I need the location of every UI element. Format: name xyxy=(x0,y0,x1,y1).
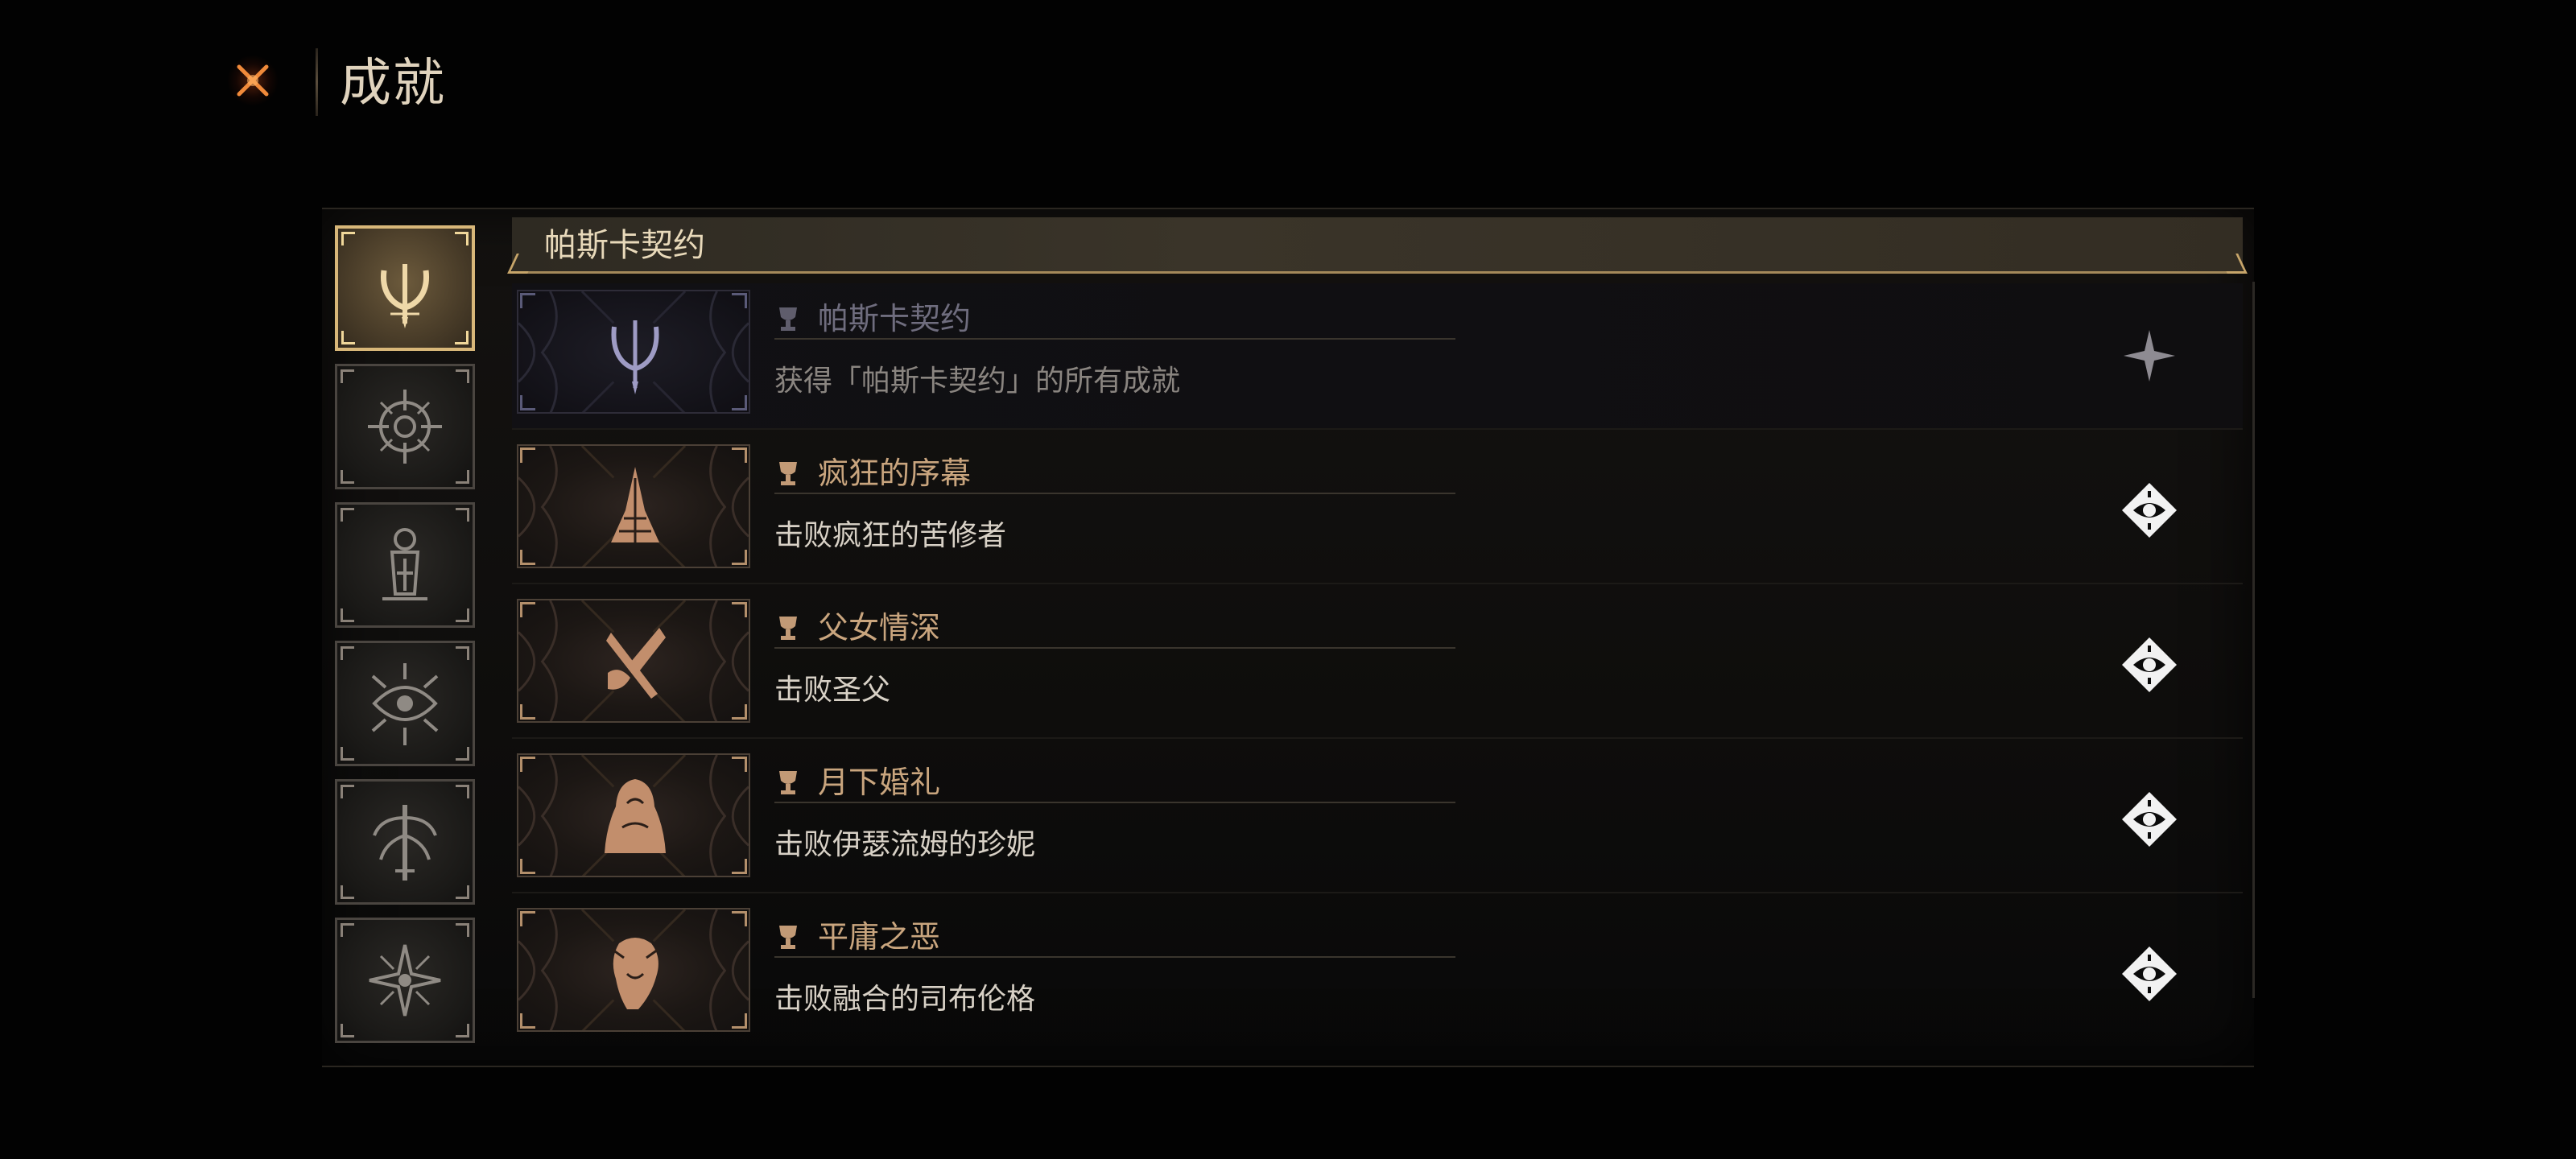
category-tab-2[interactable] xyxy=(335,364,475,489)
page-title: 成就 xyxy=(340,54,446,113)
achievement-row[interactable]: 平庸之恶 击败融合的司布伦格 xyxy=(512,901,2243,1037)
tentacle-emblem-icon xyxy=(373,805,437,881)
tuning-fork-emblem-icon xyxy=(381,264,429,328)
scrollbar-track[interactable] xyxy=(2252,282,2255,998)
category-tab-6[interactable] xyxy=(335,918,475,1043)
category-tab-4[interactable] xyxy=(335,641,475,766)
diamond-eye-badge-icon xyxy=(2122,792,2177,847)
spire-emblem-icon xyxy=(611,467,659,542)
achievement-thumbnail xyxy=(517,599,750,723)
veiled-bride-emblem-icon xyxy=(605,779,666,853)
achievement-row[interactable]: 疯狂的序幕 击败疯狂的苦修者 xyxy=(512,438,2243,584)
achievement-thumbnail xyxy=(517,444,750,568)
achievement-description: 击败伊瑟流姆的珍妮 xyxy=(774,828,1036,861)
trophy-icon xyxy=(779,307,797,331)
section-header: 帕斯卡契约 xyxy=(512,217,2243,274)
achievement-panel: 帕斯卡契约 帕斯卡契约 获得「帕斯卡契约」的所有成就 疯狂的序幕 击败疯狂的苦修… xyxy=(322,208,2255,1067)
crosshair-eye-emblem-icon xyxy=(368,390,442,464)
thorn-eye-emblem-icon xyxy=(371,663,439,745)
diamond-eye-badge-icon xyxy=(2122,637,2177,692)
close-button[interactable] xyxy=(227,55,279,106)
achievement-name: 父女情深 xyxy=(818,610,941,645)
diamond-eye-badge-icon xyxy=(2122,947,2177,1001)
blade-emblem-icon xyxy=(606,628,666,699)
achievement-thumbnail xyxy=(517,908,750,1032)
achievement-name: 平庸之恶 xyxy=(818,919,941,955)
achievement-description: 获得「帕斯卡契约」的所有成就 xyxy=(774,365,1181,398)
category-tab-3[interactable] xyxy=(335,502,475,628)
trophy-icon xyxy=(779,926,797,949)
achievement-thumbnail xyxy=(517,290,750,414)
section-title: 帕斯卡契约 xyxy=(544,227,705,264)
diamond-eye-badge-icon xyxy=(2122,483,2177,538)
achievement-name: 帕斯卡契约 xyxy=(818,301,972,336)
achievement-description: 击败融合的司布伦格 xyxy=(774,983,1036,1016)
achievement-title-row: 帕斯卡契约 xyxy=(774,298,1455,340)
achievement-name: 疯狂的序幕 xyxy=(818,456,972,491)
achievement-title-row: 父女情深 xyxy=(774,607,1455,649)
achievement-list: 帕斯卡契约 获得「帕斯卡契约」的所有成就 疯狂的序幕 击败疯狂的苦修者 父女情深… xyxy=(512,283,2243,1037)
trophy-icon xyxy=(779,771,797,794)
close-x-icon xyxy=(237,64,269,97)
star-sigil-emblem-icon xyxy=(369,944,441,1017)
tuning-fork-emblem-icon xyxy=(611,320,659,394)
achievement-title-row: 月下婚礼 xyxy=(774,761,1455,803)
achievement-description: 击败圣父 xyxy=(774,674,891,707)
trophy-icon xyxy=(779,462,797,485)
achievement-row[interactable]: 帕斯卡契约 获得「帕斯卡契约」的所有成就 xyxy=(512,283,2243,430)
achievement-row[interactable]: 父女情深 击败圣父 xyxy=(512,592,2243,739)
achievement-row[interactable]: 月下婚礼 击败伊瑟流姆的珍妮 xyxy=(512,747,2243,893)
lantern-emblem-icon xyxy=(382,528,427,600)
trophy-icon xyxy=(779,617,797,640)
achievement-description: 击败疯狂的苦修者 xyxy=(774,519,1007,552)
beast-emblem-icon xyxy=(612,938,658,1009)
achievement-title-row: 疯狂的序幕 xyxy=(774,452,1455,494)
achievement-title-row: 平庸之恶 xyxy=(774,916,1455,958)
category-tab-5[interactable] xyxy=(335,779,475,905)
achievement-name: 月下婚礼 xyxy=(818,765,941,800)
header-divider xyxy=(316,48,318,116)
category-tab-pascal-contract[interactable] xyxy=(335,225,475,351)
achievement-thumbnail xyxy=(517,753,750,877)
sparkle-star-icon xyxy=(2124,330,2175,382)
achievements-screen: 成就 帕斯卡契约 帕斯卡契约 获得「帕斯卡契约」的所有成就 疯狂的序幕 击败疯狂… xyxy=(0,0,2576,1159)
